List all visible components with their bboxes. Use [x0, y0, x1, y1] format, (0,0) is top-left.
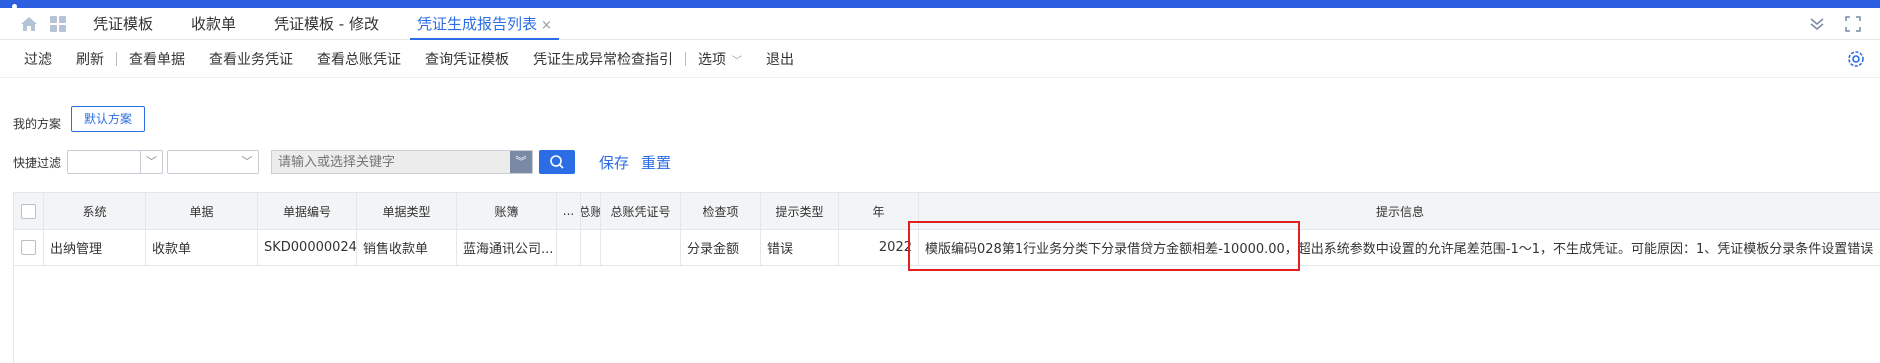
header-gl[interactable]: 总账	[581, 193, 601, 229]
reset-link[interactable]: 重置	[641, 152, 671, 173]
toolbar: 过滤 刷新 查看单据 查看业务凭证 查看总账凭证 查询凭证模板 凭证生成异常检查…	[0, 40, 1880, 78]
tab-receipt[interactable]: 收款单	[172, 8, 255, 40]
search-button[interactable]	[539, 150, 576, 174]
select-all-cell	[14, 193, 44, 229]
header-dots[interactable]: ...	[557, 193, 581, 229]
gear-icon[interactable]	[1846, 49, 1866, 69]
filter-field-select[interactable]: ﹀	[67, 150, 164, 174]
scheme-label: 我的方案	[13, 116, 62, 131]
chevron-down-icon: ﹀	[732, 55, 742, 67]
report-grid: 系统 单据 单据编号 单据类型 账簿 ... 总账 总账凭证号 检查项 提示类型…	[13, 192, 1880, 363]
options-menu[interactable]: 选项 ﹀	[686, 49, 754, 69]
query-voucher-template-button[interactable]: 查询凭证模板	[413, 49, 521, 69]
header-bill-type[interactable]: 单据类型	[357, 193, 457, 229]
tab-voucher-template[interactable]: 凭证模板	[74, 8, 172, 40]
keyword-input[interactable]	[272, 151, 509, 173]
cell-bill: 收款单	[146, 230, 258, 265]
apps-grid-icon[interactable]	[50, 15, 66, 32]
filter-operator-select[interactable]: ﹀	[167, 150, 260, 174]
view-gl-voucher-button[interactable]: 查看总账凭证	[305, 49, 413, 69]
refresh-button[interactable]: 刷新	[64, 49, 116, 69]
double-chevron-down-icon[interactable]: ︾	[510, 151, 533, 173]
select-all-checkbox[interactable]	[21, 203, 36, 219]
cell-gl	[581, 230, 601, 265]
exit-button[interactable]: 退出	[754, 49, 806, 69]
cell-year: 2022	[839, 230, 919, 265]
exception-guide-button[interactable]: 凭证生成异常检查指引	[521, 49, 685, 69]
header-gl-voucher-no[interactable]: 总账凭证号	[601, 193, 681, 229]
header-year[interactable]: 年	[839, 193, 919, 229]
header-book[interactable]: 账簿	[457, 193, 557, 229]
close-tab-icon[interactable]: ×	[541, 18, 552, 33]
row-checkbox[interactable]	[21, 240, 36, 255]
header-hint-type[interactable]: 提示类型	[761, 193, 839, 229]
cell-bill-no: SKD00000024	[258, 230, 357, 265]
cell-bill-type: 销售收款单	[357, 230, 457, 265]
header-bill-no[interactable]: 单据编号	[258, 193, 357, 229]
save-link[interactable]: 保存	[599, 152, 629, 173]
row-checkbox-cell	[14, 230, 44, 265]
quick-filter-bar: 快捷过滤 ﹀ ﹀ ︾ 保存 重置	[13, 150, 671, 174]
filter-button[interactable]: 过滤	[0, 49, 64, 69]
search-icon	[550, 155, 564, 169]
chevron-down-icon: ﹀	[140, 151, 162, 173]
default-scheme-button[interactable]: 默认方案	[71, 106, 146, 132]
keyword-field[interactable]: ︾	[271, 150, 534, 174]
fullscreen-icon[interactable]	[1844, 15, 1862, 33]
quick-filter-label: 快捷过滤	[13, 155, 62, 170]
header-system[interactable]: 系统	[44, 193, 146, 229]
cell-hint-type: 错误	[761, 230, 839, 265]
header-check-item[interactable]: 检查项	[681, 193, 761, 229]
header-bill[interactable]: 单据	[146, 193, 258, 229]
highlight-box	[908, 221, 1300, 271]
cell-book: 蓝海通讯公司...	[457, 230, 557, 265]
scheme-bar: 我的方案 默认方案	[13, 106, 146, 132]
chevron-double-down-icon[interactable]	[1808, 15, 1826, 33]
chevron-down-icon: ﹀	[241, 155, 253, 168]
view-bill-button[interactable]: 查看单据	[117, 49, 197, 69]
tab-voucher-template-edit[interactable]: 凭证模板 - 修改	[255, 8, 398, 40]
cell-gl-voucher-no	[601, 230, 681, 265]
cell-check-item: 分录金额	[681, 230, 761, 265]
tab-voucher-report-list[interactable]: 凭证生成报告列表 ×	[398, 8, 571, 40]
cell-dots	[557, 230, 581, 265]
view-business-voucher-button[interactable]: 查看业务凭证	[197, 49, 305, 69]
home-icon[interactable]	[20, 16, 38, 32]
tab-bar: 凭证模板 收款单 凭证模板 - 修改 凭证生成报告列表 ×	[0, 8, 1880, 40]
cell-system: 出纳管理	[44, 230, 146, 265]
